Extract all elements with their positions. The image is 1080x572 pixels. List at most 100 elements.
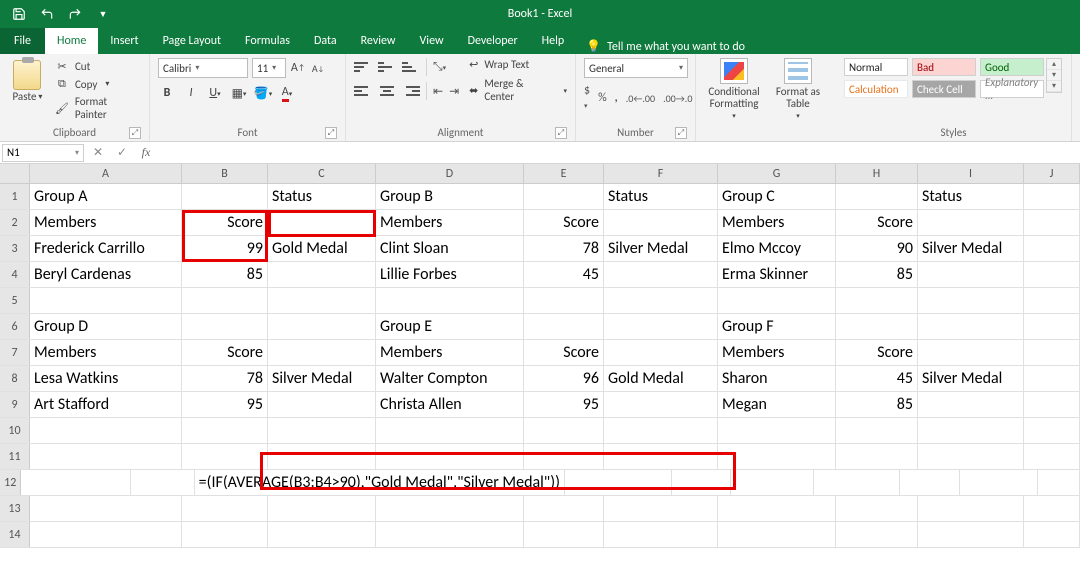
tab-review[interactable]: Review: [349, 28, 408, 54]
cell-F1[interactable]: Status: [604, 184, 718, 209]
cell-H14[interactable]: [836, 522, 918, 547]
cell-C9[interactable]: [268, 392, 376, 417]
cell-H12[interactable]: [900, 470, 960, 495]
cell-E6[interactable]: [524, 314, 604, 339]
cell-D1[interactable]: Group B: [376, 184, 524, 209]
cell-H13[interactable]: [836, 496, 918, 521]
cell-G2[interactable]: Members: [718, 210, 836, 235]
cell-E14[interactable]: [524, 522, 604, 547]
cell-G4[interactable]: Erma Skinner: [718, 262, 836, 287]
decrease-font-icon[interactable]: A↓: [310, 60, 326, 76]
increase-indent-icon[interactable]: ⇥: [449, 84, 459, 99]
cell-E1[interactable]: [524, 184, 604, 209]
align-bottom-icon[interactable]: [402, 59, 420, 75]
cell-C1[interactable]: Status: [268, 184, 376, 209]
cell-I9[interactable]: [918, 392, 1024, 417]
font-color-button[interactable]: A▾: [278, 84, 296, 102]
style-explanatory[interactable]: Explanatory ...: [980, 80, 1044, 98]
wrap-text-button[interactable]: ↩Wrap Text: [469, 58, 567, 71]
cell-G1[interactable]: Group C: [718, 184, 836, 209]
cell-D11[interactable]: [376, 444, 524, 469]
cell-I13[interactable]: [918, 496, 1024, 521]
accounting-button[interactable]: $ ▾: [584, 84, 590, 112]
cell-I5[interactable]: [918, 288, 1024, 313]
cell-E7[interactable]: Score: [524, 340, 604, 365]
cell-A2[interactable]: Members: [30, 210, 182, 235]
row-header-9[interactable]: 9: [0, 392, 30, 417]
cell-E8[interactable]: 96: [524, 366, 604, 391]
cell-A12[interactable]: [21, 470, 131, 495]
cell-F12[interactable]: [731, 470, 814, 495]
cell-G13[interactable]: [718, 496, 836, 521]
name-box[interactable]: N1▾: [2, 144, 84, 162]
cell-H4[interactable]: 85: [836, 262, 918, 287]
cell-A5[interactable]: [30, 288, 182, 313]
cell-B4[interactable]: 85: [182, 262, 268, 287]
cell-E11[interactable]: [524, 444, 604, 469]
cell-E3[interactable]: 78: [524, 236, 604, 261]
cell-B8[interactable]: 78: [182, 366, 268, 391]
cell-A1[interactable]: Group A: [30, 184, 182, 209]
cell-I11[interactable]: [918, 444, 1024, 469]
cell-I12[interactable]: [960, 470, 1037, 495]
cell-J8[interactable]: [1024, 366, 1080, 391]
cell-J13[interactable]: [1024, 496, 1080, 521]
cell-E10[interactable]: [524, 418, 604, 443]
cell-H6[interactable]: [836, 314, 918, 339]
cell-B5[interactable]: [182, 288, 268, 313]
cell-D6[interactable]: Group E: [376, 314, 524, 339]
cell-I3[interactable]: Silver Medal: [918, 236, 1024, 261]
cell-J9[interactable]: [1024, 392, 1080, 417]
format-as-table-button[interactable]: Format as Table▾: [768, 58, 828, 122]
style-calculation[interactable]: Calculation: [844, 80, 908, 98]
cell-H10[interactable]: [836, 418, 918, 443]
cell-C4[interactable]: [268, 262, 376, 287]
comma-button[interactable]: ,: [615, 91, 618, 105]
cell-B2[interactable]: Score: [182, 210, 268, 235]
cell-B11[interactable]: [182, 444, 268, 469]
border-button[interactable]: ▦▾: [230, 84, 248, 102]
fill-color-button[interactable]: 🪣▾: [254, 84, 272, 102]
cell-B14[interactable]: [182, 522, 268, 547]
cell-G5[interactable]: [718, 288, 836, 313]
cell-A4[interactable]: Beryl Cardenas: [30, 262, 182, 287]
alignment-launcher[interactable]: ⤢: [555, 127, 567, 139]
cell-G8[interactable]: Sharon: [718, 366, 836, 391]
conditional-formatting-button[interactable]: Conditional Formatting▾: [704, 58, 764, 122]
cell-H11[interactable]: [836, 444, 918, 469]
cell-I10[interactable]: [918, 418, 1024, 443]
col-G[interactable]: G: [718, 164, 836, 183]
undo-icon[interactable]: [36, 3, 58, 25]
row-header-5[interactable]: 5: [0, 288, 30, 313]
row-header-4[interactable]: 4: [0, 262, 30, 287]
font-name-combo[interactable]: Calibri▾: [158, 58, 248, 78]
cell-F6[interactable]: [604, 314, 718, 339]
cell-C6[interactable]: [268, 314, 376, 339]
tab-page-layout[interactable]: Page Layout: [151, 28, 233, 54]
cell-A7[interactable]: Members: [30, 340, 182, 365]
cell-D10[interactable]: [376, 418, 524, 443]
cell-H9[interactable]: 85: [836, 392, 918, 417]
col-C[interactable]: C: [268, 164, 376, 183]
cell-A6[interactable]: Group D: [30, 314, 182, 339]
tab-help[interactable]: Help: [530, 28, 577, 54]
cell-A8[interactable]: Lesa Watkins: [30, 366, 182, 391]
cell-H2[interactable]: Score: [836, 210, 918, 235]
redo-icon[interactable]: [64, 3, 86, 25]
cell-C13[interactable]: [268, 496, 376, 521]
cell-B1[interactable]: [182, 184, 268, 209]
cell-J12[interactable]: [1038, 470, 1080, 495]
align-right-icon[interactable]: [402, 83, 420, 99]
cell-A14[interactable]: [30, 522, 182, 547]
tab-formulas[interactable]: Formulas: [233, 28, 302, 54]
cell-B9[interactable]: 95: [182, 392, 268, 417]
cell-H8[interactable]: 45: [836, 366, 918, 391]
cell-G7[interactable]: Members: [718, 340, 836, 365]
cell-I6[interactable]: [918, 314, 1024, 339]
row-header-10[interactable]: 10: [0, 418, 30, 443]
cell-E12[interactable]: [672, 470, 731, 495]
align-middle-icon[interactable]: [378, 59, 396, 75]
cell-B13[interactable]: [182, 496, 268, 521]
cell-D2[interactable]: Members: [376, 210, 524, 235]
row-header-14[interactable]: 14: [0, 522, 30, 547]
